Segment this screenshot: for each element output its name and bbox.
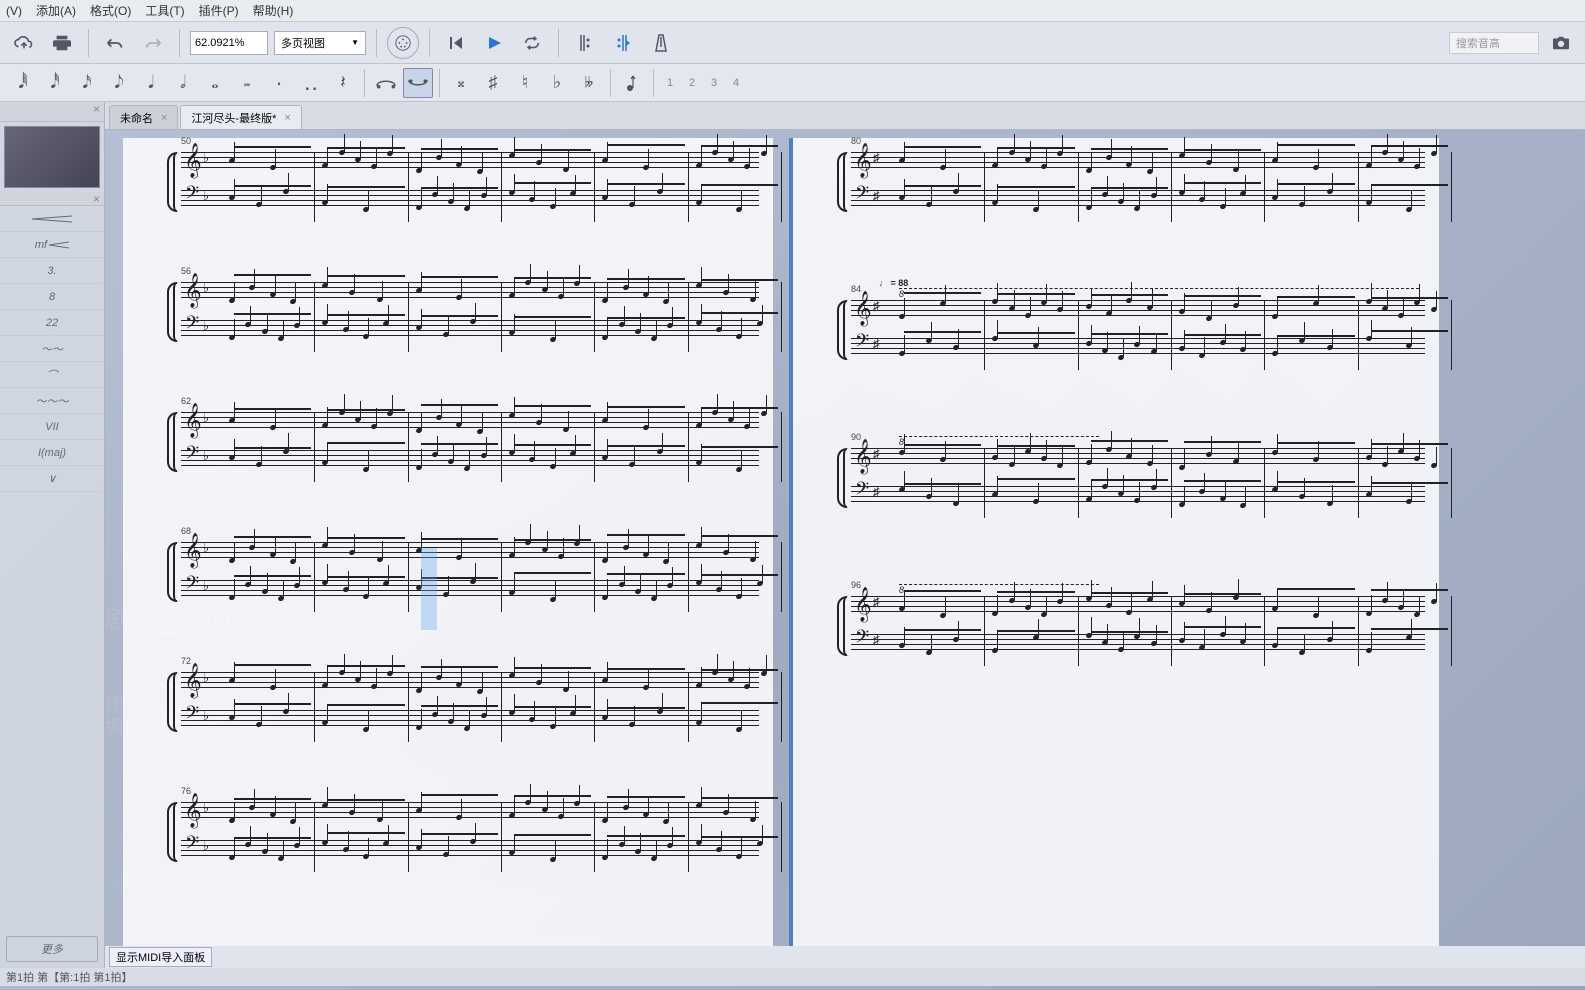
- cloud-upload-icon[interactable]: [8, 27, 40, 59]
- note-16th-icon[interactable]: 𝅘𝅥𝅯: [72, 68, 102, 98]
- note-64th-icon[interactable]: 𝅘𝅥𝅱: [8, 68, 38, 98]
- staff-system: 68𝄞♭𝄢♭: [151, 536, 759, 612]
- main-toolbar: 62.0921% 多页视图▼ 搜索音高: [0, 22, 1585, 64]
- note-quarter-icon[interactable]: 𝅘𝅥: [136, 68, 166, 98]
- tab-untitled[interactable]: 未命名×: [109, 105, 178, 129]
- navigator-thumb[interactable]: [4, 126, 100, 188]
- palette-trill[interactable]: ～～: [0, 336, 104, 362]
- status-bar: 第1拍 第【第:1拍 第1拍】: [0, 968, 1585, 986]
- voice-2[interactable]: 2: [682, 73, 702, 93]
- repeat-end-icon[interactable]: [607, 27, 639, 59]
- flip-stem-icon[interactable]: [617, 68, 647, 98]
- zoom-input[interactable]: 62.0921%: [190, 31, 268, 55]
- tie-icon[interactable]: [371, 68, 401, 98]
- staff-system: 96𝄞♯𝄢♯8: [821, 590, 1425, 666]
- menu-add[interactable]: 添加(A): [36, 2, 76, 19]
- palette-header[interactable]: [0, 102, 104, 122]
- play-icon[interactable]: [478, 27, 510, 59]
- dot-icon[interactable]: ·: [264, 68, 294, 98]
- palette-divider: [0, 192, 104, 206]
- staff-system: 72𝄞♭𝄢♭: [151, 666, 759, 742]
- view-mode-select[interactable]: 多页视图▼: [274, 31, 366, 55]
- palette-dynamic[interactable]: mf: [0, 232, 104, 258]
- palette-sidebar: mf 3. 8 22 ～～ ⌒ ～～～ VII I(maj) ∨ 更多: [0, 102, 105, 968]
- menubar: (V) 添加(A) 格式(O) 工具(T) 插件(P) 帮助(H): [0, 0, 1585, 22]
- note-toolbar: 𝅘𝅥𝅱 𝅘𝅥𝅰 𝅘𝅥𝅯 𝅘𝅥𝅮 𝅘𝅥 𝅗𝅥 𝅝 𝅜 · ‥ 𝄽 𝄪 ♯ ♮ ♭ …: [0, 64, 1585, 102]
- voice-4[interactable]: 4: [726, 73, 746, 93]
- show-midi-panel-button[interactable]: 显示MIDI导入面板: [109, 947, 212, 967]
- staff-system: 62𝄞♭𝄢♭: [151, 406, 759, 482]
- print-icon[interactable]: [46, 27, 78, 59]
- staff-system: 76𝄞♭𝄢♭: [151, 796, 759, 872]
- voice-3[interactable]: 3: [704, 73, 724, 93]
- slur-icon[interactable]: [403, 68, 433, 98]
- staff-system: 56𝄞♭𝄢♭: [151, 276, 759, 352]
- note-32nd-icon[interactable]: 𝅘𝅥𝅰: [40, 68, 70, 98]
- rewind-icon[interactable]: [440, 27, 472, 59]
- staff-system: 50𝄞♭𝄢♭: [151, 146, 759, 222]
- note-8th-icon[interactable]: 𝅘𝅥𝅮: [104, 68, 134, 98]
- metronome-icon[interactable]: [645, 27, 677, 59]
- score-page-left: 50𝄞♭𝄢♭ 56𝄞♭𝄢♭ 62𝄞♭𝄢♭ 68𝄞♭𝄢♭ 72𝄞♭𝄢♭ 76𝄞♭𝄢♭: [123, 138, 773, 946]
- double-dot-icon[interactable]: ‥: [296, 68, 326, 98]
- staff-system: 80𝄞♯𝄢♯: [821, 146, 1425, 222]
- staff-system: 90𝄞♯𝄢♯8: [821, 442, 1425, 518]
- flat-icon[interactable]: ♭: [542, 68, 572, 98]
- close-icon[interactable]: ×: [284, 112, 290, 124]
- palette-tuplet[interactable]: 3.: [0, 258, 104, 284]
- voice-1[interactable]: 1: [660, 73, 680, 93]
- menu-view[interactable]: (V): [6, 4, 22, 18]
- menu-plugins[interactable]: 插件(P): [199, 2, 239, 19]
- palette-hairpin[interactable]: [0, 206, 104, 232]
- palette-22[interactable]: 22: [0, 310, 104, 336]
- palette-more[interactable]: 更多: [6, 936, 98, 962]
- midi-toggle-icon[interactable]: [387, 27, 419, 59]
- camera-icon[interactable]: [1545, 27, 1577, 59]
- playback-cursor: [421, 548, 437, 630]
- redo-icon[interactable]: [137, 27, 169, 59]
- close-icon[interactable]: ×: [161, 112, 167, 124]
- note-breve-icon[interactable]: 𝅜: [232, 68, 262, 98]
- bottom-bar: 显示MIDI导入面板: [105, 946, 1585, 968]
- palette-chord[interactable]: I(maj): [0, 440, 104, 466]
- rest-icon[interactable]: 𝄽: [328, 68, 358, 98]
- sharp-icon[interactable]: ♯: [478, 68, 508, 98]
- menu-tools[interactable]: 工具(T): [145, 2, 184, 19]
- note-half-icon[interactable]: 𝅗𝅥: [168, 68, 198, 98]
- repeat-start-icon[interactable]: [569, 27, 601, 59]
- note-whole-icon[interactable]: 𝅝: [200, 68, 230, 98]
- menu-help[interactable]: 帮助(H): [253, 2, 294, 19]
- double-flat-icon[interactable]: 𝄫: [574, 68, 604, 98]
- palette-roman[interactable]: VII: [0, 414, 104, 440]
- double-sharp-icon[interactable]: 𝄪: [446, 68, 476, 98]
- palette-slur[interactable]: ⌒: [0, 362, 104, 388]
- palette-wavy[interactable]: ～～～: [0, 388, 104, 414]
- document-tabs: 未命名× 江河尽头-最终版*×: [105, 102, 1585, 130]
- score-viewport[interactable]: 剧情曲 江河尽头 作曲 编曲 汤成石lun 50𝄞♭𝄢♭56𝄞♭𝄢♭62𝄞♭𝄢♭…: [105, 130, 1585, 946]
- loop-icon[interactable]: [516, 27, 548, 59]
- search-input[interactable]: 搜索音高: [1449, 32, 1539, 54]
- tab-document[interactable]: 江河尽头-最终版*×: [180, 105, 301, 129]
- undo-icon[interactable]: [99, 27, 131, 59]
- staff-system: 84𝄞♯𝄢♯♩ = 888: [821, 294, 1425, 370]
- natural-icon[interactable]: ♮: [510, 68, 540, 98]
- palette-8va[interactable]: 8: [0, 284, 104, 310]
- score-page-right: 80𝄞♯𝄢♯ 84𝄞♯𝄢♯♩ = 888 90𝄞♯𝄢♯8 96𝄞♯𝄢♯8: [789, 138, 1439, 946]
- menu-format[interactable]: 格式(O): [90, 2, 131, 19]
- palette-caesura[interactable]: ∨: [0, 466, 104, 492]
